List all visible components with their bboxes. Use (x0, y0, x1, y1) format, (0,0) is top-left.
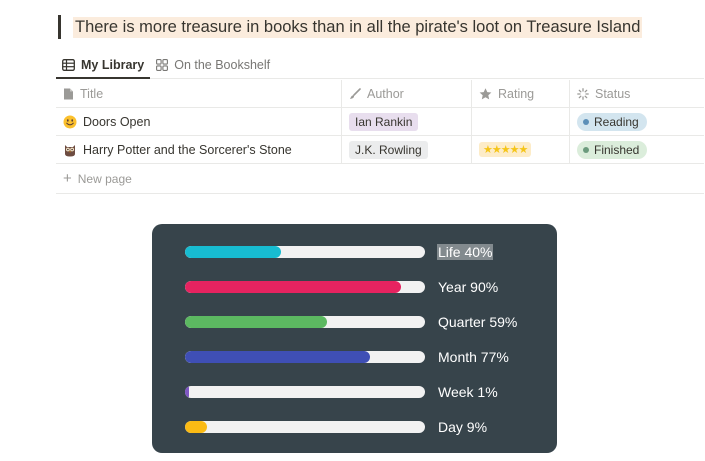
gallery-icon (156, 59, 169, 71)
cell-title[interactable]: Harry Potter and the Sorcerer's Stone (56, 136, 342, 163)
quote-bar (58, 15, 61, 39)
progress-label[interactable]: Quarter 59% (437, 314, 518, 330)
status-badge: Reading (577, 112, 647, 131)
progress-widget: Life 40% Year 90% Quarter 59% Month 77% … (152, 224, 557, 453)
status-dot (583, 146, 589, 153)
rating-stars: ★★★★★ (479, 142, 532, 157)
status-dot (583, 118, 589, 125)
new-page-button[interactable]: + New page (56, 164, 704, 194)
cell-author[interactable]: Ian Rankin (342, 108, 472, 135)
progress-fill (185, 386, 189, 398)
author-tag: J.K. Rowling (349, 140, 428, 159)
view-tabs: My Library On the Bookshelf (56, 52, 704, 79)
progress-track (185, 351, 425, 363)
progress-fill (185, 316, 327, 328)
cell-title[interactable]: Doors Open (56, 108, 342, 135)
progress-fill (185, 421, 207, 433)
column-header-title[interactable]: Title (56, 80, 342, 107)
progress-track (185, 421, 425, 433)
book-title: Harry Potter and the Sorcerer's Stone (83, 142, 292, 157)
progress-label[interactable]: Month 77% (437, 349, 510, 365)
table-row[interactable]: Harry Potter and the Sorcerer's Stone J.… (56, 136, 704, 164)
progress-label[interactable]: Year 90% (437, 279, 499, 295)
progress-label[interactable]: Week 1% (437, 384, 499, 400)
cell-status[interactable]: Reading (570, 108, 704, 135)
column-header-author[interactable]: Author (342, 80, 472, 107)
star-icon (479, 87, 492, 99)
progress-track (185, 246, 425, 258)
tab-on-the-bookshelf[interactable]: On the Bookshelf (150, 52, 276, 78)
progress-fill (185, 281, 401, 293)
smiley-icon (63, 115, 77, 128)
plus-icon: + (63, 170, 72, 187)
cell-author[interactable]: J.K. Rowling (342, 136, 472, 163)
brush-icon (350, 87, 361, 99)
table-icon (62, 58, 75, 71)
book-title: Doors Open (83, 114, 151, 129)
progress-track (185, 316, 425, 328)
status-badge: Finished (577, 140, 648, 159)
cell-rating[interactable]: ★★★★★ (472, 136, 570, 163)
library-table: Title Author Rating Status Doors Open Ia… (56, 80, 704, 194)
tab-label: My Library (81, 57, 145, 72)
progress-label[interactable]: Day 9% (437, 419, 488, 435)
progress-fill (185, 351, 370, 363)
progress-row-year: Year 90% (185, 279, 499, 295)
quote-block: There is more treasure in books than in … (58, 14, 643, 40)
progress-track (185, 281, 425, 293)
progress-row-quarter: Quarter 59% (185, 314, 518, 330)
status-loader-icon (577, 87, 589, 100)
owl-icon (65, 144, 75, 156)
progress-row-life: Life 40% (185, 244, 494, 260)
progress-fill (185, 246, 281, 258)
progress-row-day: Day 9% (185, 419, 488, 435)
table-row[interactable]: Doors Open Ian Rankin Reading (56, 108, 704, 136)
tab-my-library[interactable]: My Library (56, 52, 151, 79)
progress-row-week: Week 1% (185, 384, 499, 400)
cell-rating[interactable] (472, 108, 570, 135)
new-page-label: New page (77, 171, 132, 186)
quote-text[interactable]: There is more treasure in books than in … (73, 16, 643, 38)
tab-label: On the Bookshelf (174, 58, 271, 72)
author-tag: Ian Rankin (349, 112, 419, 131)
progress-track (185, 386, 425, 398)
cell-status[interactable]: Finished (570, 136, 704, 163)
table-header: Title Author Rating Status (56, 80, 704, 108)
progress-label[interactable]: Life 40% (437, 244, 494, 260)
progress-row-month: Month 77% (185, 349, 510, 365)
document-icon (64, 88, 73, 99)
column-header-rating[interactable]: Rating (472, 80, 570, 107)
column-header-status[interactable]: Status (570, 80, 704, 107)
